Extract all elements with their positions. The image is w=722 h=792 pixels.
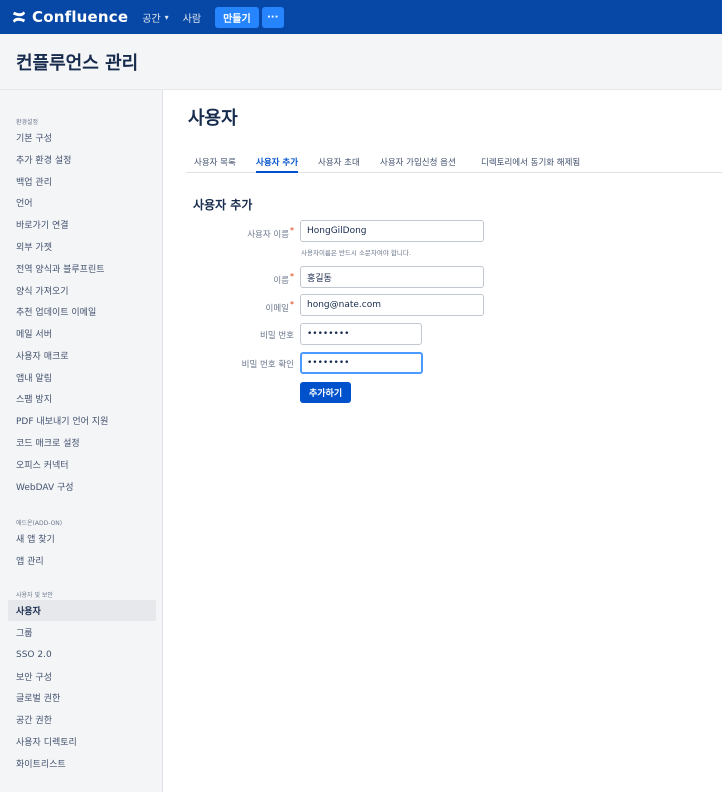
sidebar-item-spam-prevention[interactable]: 스팸 방지 xyxy=(8,388,156,409)
sidebar-item-security-config[interactable]: 보안 구성 xyxy=(8,666,156,687)
email-label-text: 이메일 xyxy=(265,303,289,314)
sidebar-item-users[interactable]: 사용자 xyxy=(8,600,156,621)
sidebar-item-pdf-export-language[interactable]: PDF 내보내기 언어 지원 xyxy=(8,410,156,431)
sidebar-item-manage-apps[interactable]: 앱 관리 xyxy=(8,550,156,571)
username-help-text: 사용자이름은 반드시 소문자여야 합니다. xyxy=(301,249,411,257)
admin-title: 컨플루언스 관리 xyxy=(16,53,139,74)
sidebar-item-space-permissions[interactable]: 공간 권한 xyxy=(8,709,156,730)
top-navigation-bar: Confluence 공간 ▾ 사람 만들기 ··· xyxy=(0,0,722,34)
admin-header: 컨플루언스 관리 xyxy=(0,34,722,90)
required-marker: * xyxy=(290,300,294,309)
fullname-value: 홍길동 xyxy=(307,273,332,284)
tab-add-user[interactable]: 사용자 추가 xyxy=(256,156,299,173)
sidebar-item-user-directories[interactable]: 사용자 디렉토리 xyxy=(8,731,156,752)
tab-unsynced-from-directory[interactable]: 디렉토리에서 동기화 해제됨 xyxy=(481,156,580,173)
sidebar-item-mail-servers[interactable]: 메일 서버 xyxy=(8,323,156,344)
confirm-password-value: •••••••• xyxy=(307,358,350,368)
fullname-label-text: 이름 xyxy=(273,275,289,286)
sidebar-item-office-connector[interactable]: 오피스 커넥터 xyxy=(8,454,156,475)
sidebar-item-general-config[interactable]: 기본 구성 xyxy=(8,127,156,148)
create-button[interactable]: 만들기 xyxy=(215,6,259,28)
user-tabs: 사용자 목록 사용자 추가 사용자 초대 사용자 가입신청 옵션 디렉토리에서 … xyxy=(186,150,722,173)
confirm-password-label: 비밀 번호 확인 xyxy=(242,358,294,370)
more-options-button[interactable]: ··· xyxy=(261,6,284,28)
sidebar-item-sso[interactable]: SSO 2.0 xyxy=(8,644,156,665)
sidebar-item-external-gadgets[interactable]: 외부 가젯 xyxy=(8,236,156,257)
form-heading: 사용자 추가 xyxy=(193,198,253,212)
chevron-down-icon: ▾ xyxy=(164,12,169,22)
sidebar-item-global-permissions[interactable]: 글로벌 권한 xyxy=(8,687,156,708)
sidebar-item-webdav[interactable]: WebDAV 구성 xyxy=(8,476,156,497)
sidebar-item-import-templates[interactable]: 양식 가져오기 xyxy=(8,280,156,301)
password-label-text: 비밀 번호 xyxy=(260,331,294,341)
sidebar-item-shortcut-links[interactable]: 바로가기 연결 xyxy=(8,214,156,235)
spaces-label: 공간 xyxy=(142,13,161,25)
sidebar-item-backup[interactable]: 백업 관리 xyxy=(8,171,156,192)
tab-signup-options[interactable]: 사용자 가입신청 옵션 xyxy=(380,156,456,173)
sidebar-item-in-app-notifications[interactable]: 앱내 알림 xyxy=(8,367,156,388)
required-marker: * xyxy=(290,272,294,281)
sidebar-item-whitelist[interactable]: 화이트리스트 xyxy=(8,753,156,774)
brand-name: Confluence xyxy=(32,8,129,26)
sidebar-item-code-macro[interactable]: 코드 매크로 설정 xyxy=(8,432,156,453)
tab-user-list[interactable]: 사용자 목록 xyxy=(194,156,236,173)
sidebar-section-users-security: 사용자 및 보안 xyxy=(16,592,53,599)
username-label: 사용자 이름* xyxy=(247,226,294,240)
tab-invite-users[interactable]: 사용자 초대 xyxy=(318,156,360,173)
username-field[interactable]: HongGilDong xyxy=(300,220,484,242)
sidebar-item-groups[interactable]: 그룹 xyxy=(8,622,156,643)
password-value: •••••••• xyxy=(307,329,350,339)
confluence-logo[interactable]: Confluence xyxy=(12,8,128,26)
sidebar-item-language[interactable]: 언어 xyxy=(8,192,156,213)
add-user-button[interactable]: 추가하기 xyxy=(300,382,352,403)
sidebar-item-recommended-updates[interactable]: 추천 업데이트 이메일 xyxy=(8,301,156,322)
confirm-password-label-text: 비밀 번호 확인 xyxy=(241,360,294,370)
username-value: HongGilDong xyxy=(307,226,367,236)
confirm-password-field[interactable]: •••••••• xyxy=(300,352,423,374)
fullname-label: 이름* xyxy=(273,272,294,286)
email-label: 이메일* xyxy=(266,300,294,314)
sidebar-item-user-macros[interactable]: 사용자 매크로 xyxy=(8,345,156,366)
password-field[interactable]: •••••••• xyxy=(300,323,422,345)
required-marker: * xyxy=(290,226,294,235)
sidebar-item-further-config[interactable]: 추가 환경 설정 xyxy=(8,149,156,170)
page-title: 사용자 xyxy=(188,108,238,129)
fullname-field[interactable]: 홍길동 xyxy=(300,266,484,288)
confluence-logo-icon xyxy=(12,11,26,23)
email-value: hong@nate.com xyxy=(307,300,381,310)
people-label: 사람 xyxy=(182,13,202,25)
people-link[interactable]: 사람 xyxy=(183,10,201,25)
spaces-menu[interactable]: 공간 ▾ xyxy=(142,10,168,25)
sidebar-item-global-templates[interactable]: 전역 양식과 블루프린트 xyxy=(8,258,156,279)
email-field[interactable]: hong@nate.com xyxy=(300,294,484,316)
sidebar-section-settings: 환경설정 xyxy=(16,119,39,126)
sidebar-item-find-apps[interactable]: 새 앱 찾기 xyxy=(8,528,156,549)
sidebar-section-addons: 애드온(ADD-ON) xyxy=(16,520,63,527)
password-label: 비밀 번호 xyxy=(260,329,294,341)
username-label-text: 사용자 이름 xyxy=(247,229,289,240)
admin-sidebar: 환경설정 기본 구성 추가 환경 설정 백업 관리 언어 바로가기 연결 외부 … xyxy=(0,90,163,792)
